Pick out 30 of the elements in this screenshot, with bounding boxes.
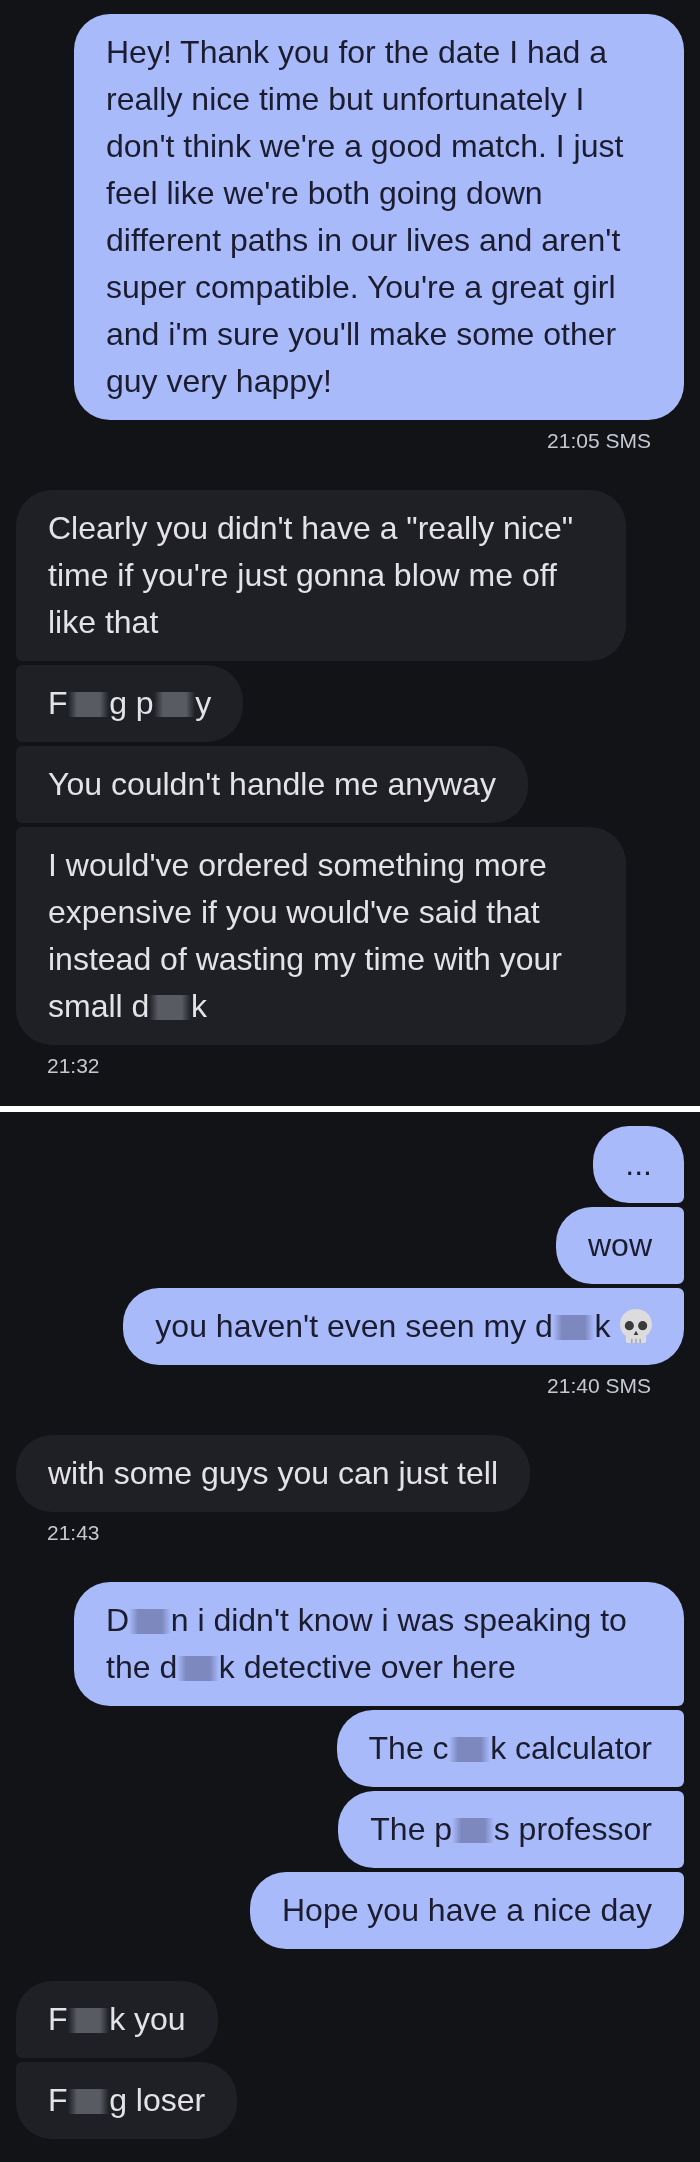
blur-icon bbox=[67, 2088, 110, 2115]
blur-icon bbox=[153, 691, 196, 718]
blur-icon bbox=[129, 1608, 171, 1635]
skull-icon bbox=[620, 1308, 652, 1344]
message-text: with some guys you can just tell bbox=[48, 1455, 498, 1491]
timestamp: 21:32 bbox=[47, 1053, 100, 1079]
message-text: F g p y bbox=[48, 685, 212, 721]
message-text: F g loser bbox=[48, 2082, 206, 2118]
message-text: F k you bbox=[48, 2001, 186, 2037]
message-text: ... bbox=[625, 1146, 652, 1182]
message-text: Hey! Thank you for the date I had a really nice time but unfortunately I don't think we're a good match. I just feel like we're both going down different paths in our lives and aren't super compatible. You're a great girl and i'm sure you'll make some other guy very happy! bbox=[106, 34, 624, 399]
message-text: I would've ordered something more expensive if you would've said that instead of wasting my time with your small d k bbox=[48, 847, 562, 1024]
blur-icon bbox=[149, 994, 191, 1021]
blur-icon bbox=[67, 2007, 110, 2034]
blur-icon bbox=[452, 1817, 494, 1844]
message-text: The p s professor bbox=[370, 1811, 652, 1847]
message-text: Clearly you didn't have a "really nice" time if you're just gonna blow me off like that bbox=[48, 510, 574, 640]
blur-icon bbox=[552, 1314, 595, 1341]
timestamp: 21:05 SMS bbox=[547, 428, 651, 454]
timestamp: 21:40 SMS bbox=[547, 1373, 651, 1399]
message-text: D n i didn't know i was speaking to the d k detective over here bbox=[106, 1602, 627, 1685]
blur-icon bbox=[448, 1736, 491, 1763]
message-text: wow bbox=[588, 1227, 652, 1263]
message-text: You couldn't handle me anyway bbox=[48, 766, 496, 802]
timestamp: 21:43 bbox=[47, 1520, 100, 1546]
blur-icon bbox=[177, 1655, 219, 1682]
message-text: The c k calculator bbox=[368, 1730, 652, 1766]
message-text: you haven't even seen my d k bbox=[155, 1308, 652, 1344]
blur-icon bbox=[67, 691, 110, 718]
message-text: Hope you have a nice day bbox=[281, 1892, 652, 1928]
